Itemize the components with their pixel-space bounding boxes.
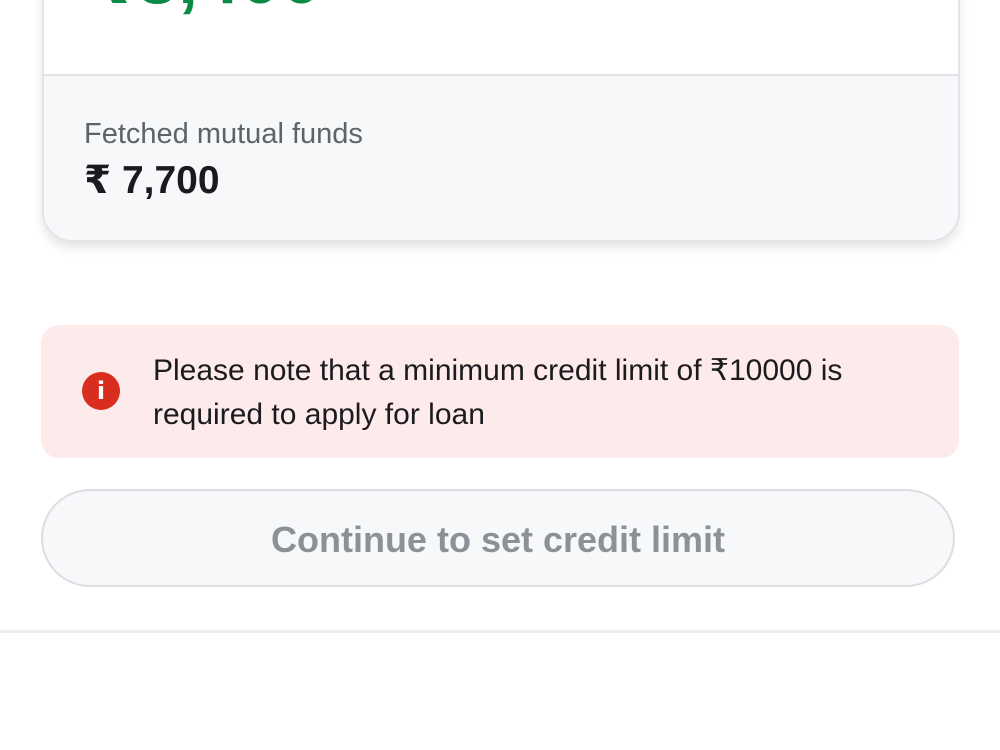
- fetched-mutual-funds-section: Fetched mutual funds ₹ 7,700: [44, 76, 958, 240]
- fetched-mutual-funds-value: ₹ 7,700: [84, 159, 220, 202]
- mutual-funds-summary-card: ₹3,400 Fetched mutual funds ₹ 7,700: [42, 0, 960, 242]
- minimum-credit-limit-notice: i Please note that a minimum credit limi…: [41, 325, 959, 458]
- fetched-mutual-funds-label: Fetched mutual funds: [84, 118, 363, 150]
- total-amount-section: ₹3,400: [44, 0, 958, 76]
- total-amount-value: ₹3,400: [86, 0, 322, 15]
- continue-to-set-credit-limit-button[interactable]: Continue to set credit limit: [41, 489, 955, 587]
- bottom-divider: [0, 630, 1000, 633]
- info-icon: i: [82, 372, 120, 410]
- notice-message: Please note that a minimum credit limit …: [153, 354, 843, 431]
- loan-eligibility-screen: ₹3,400 Fetched mutual funds ₹ 7,700 i Pl…: [0, 0, 1000, 750]
